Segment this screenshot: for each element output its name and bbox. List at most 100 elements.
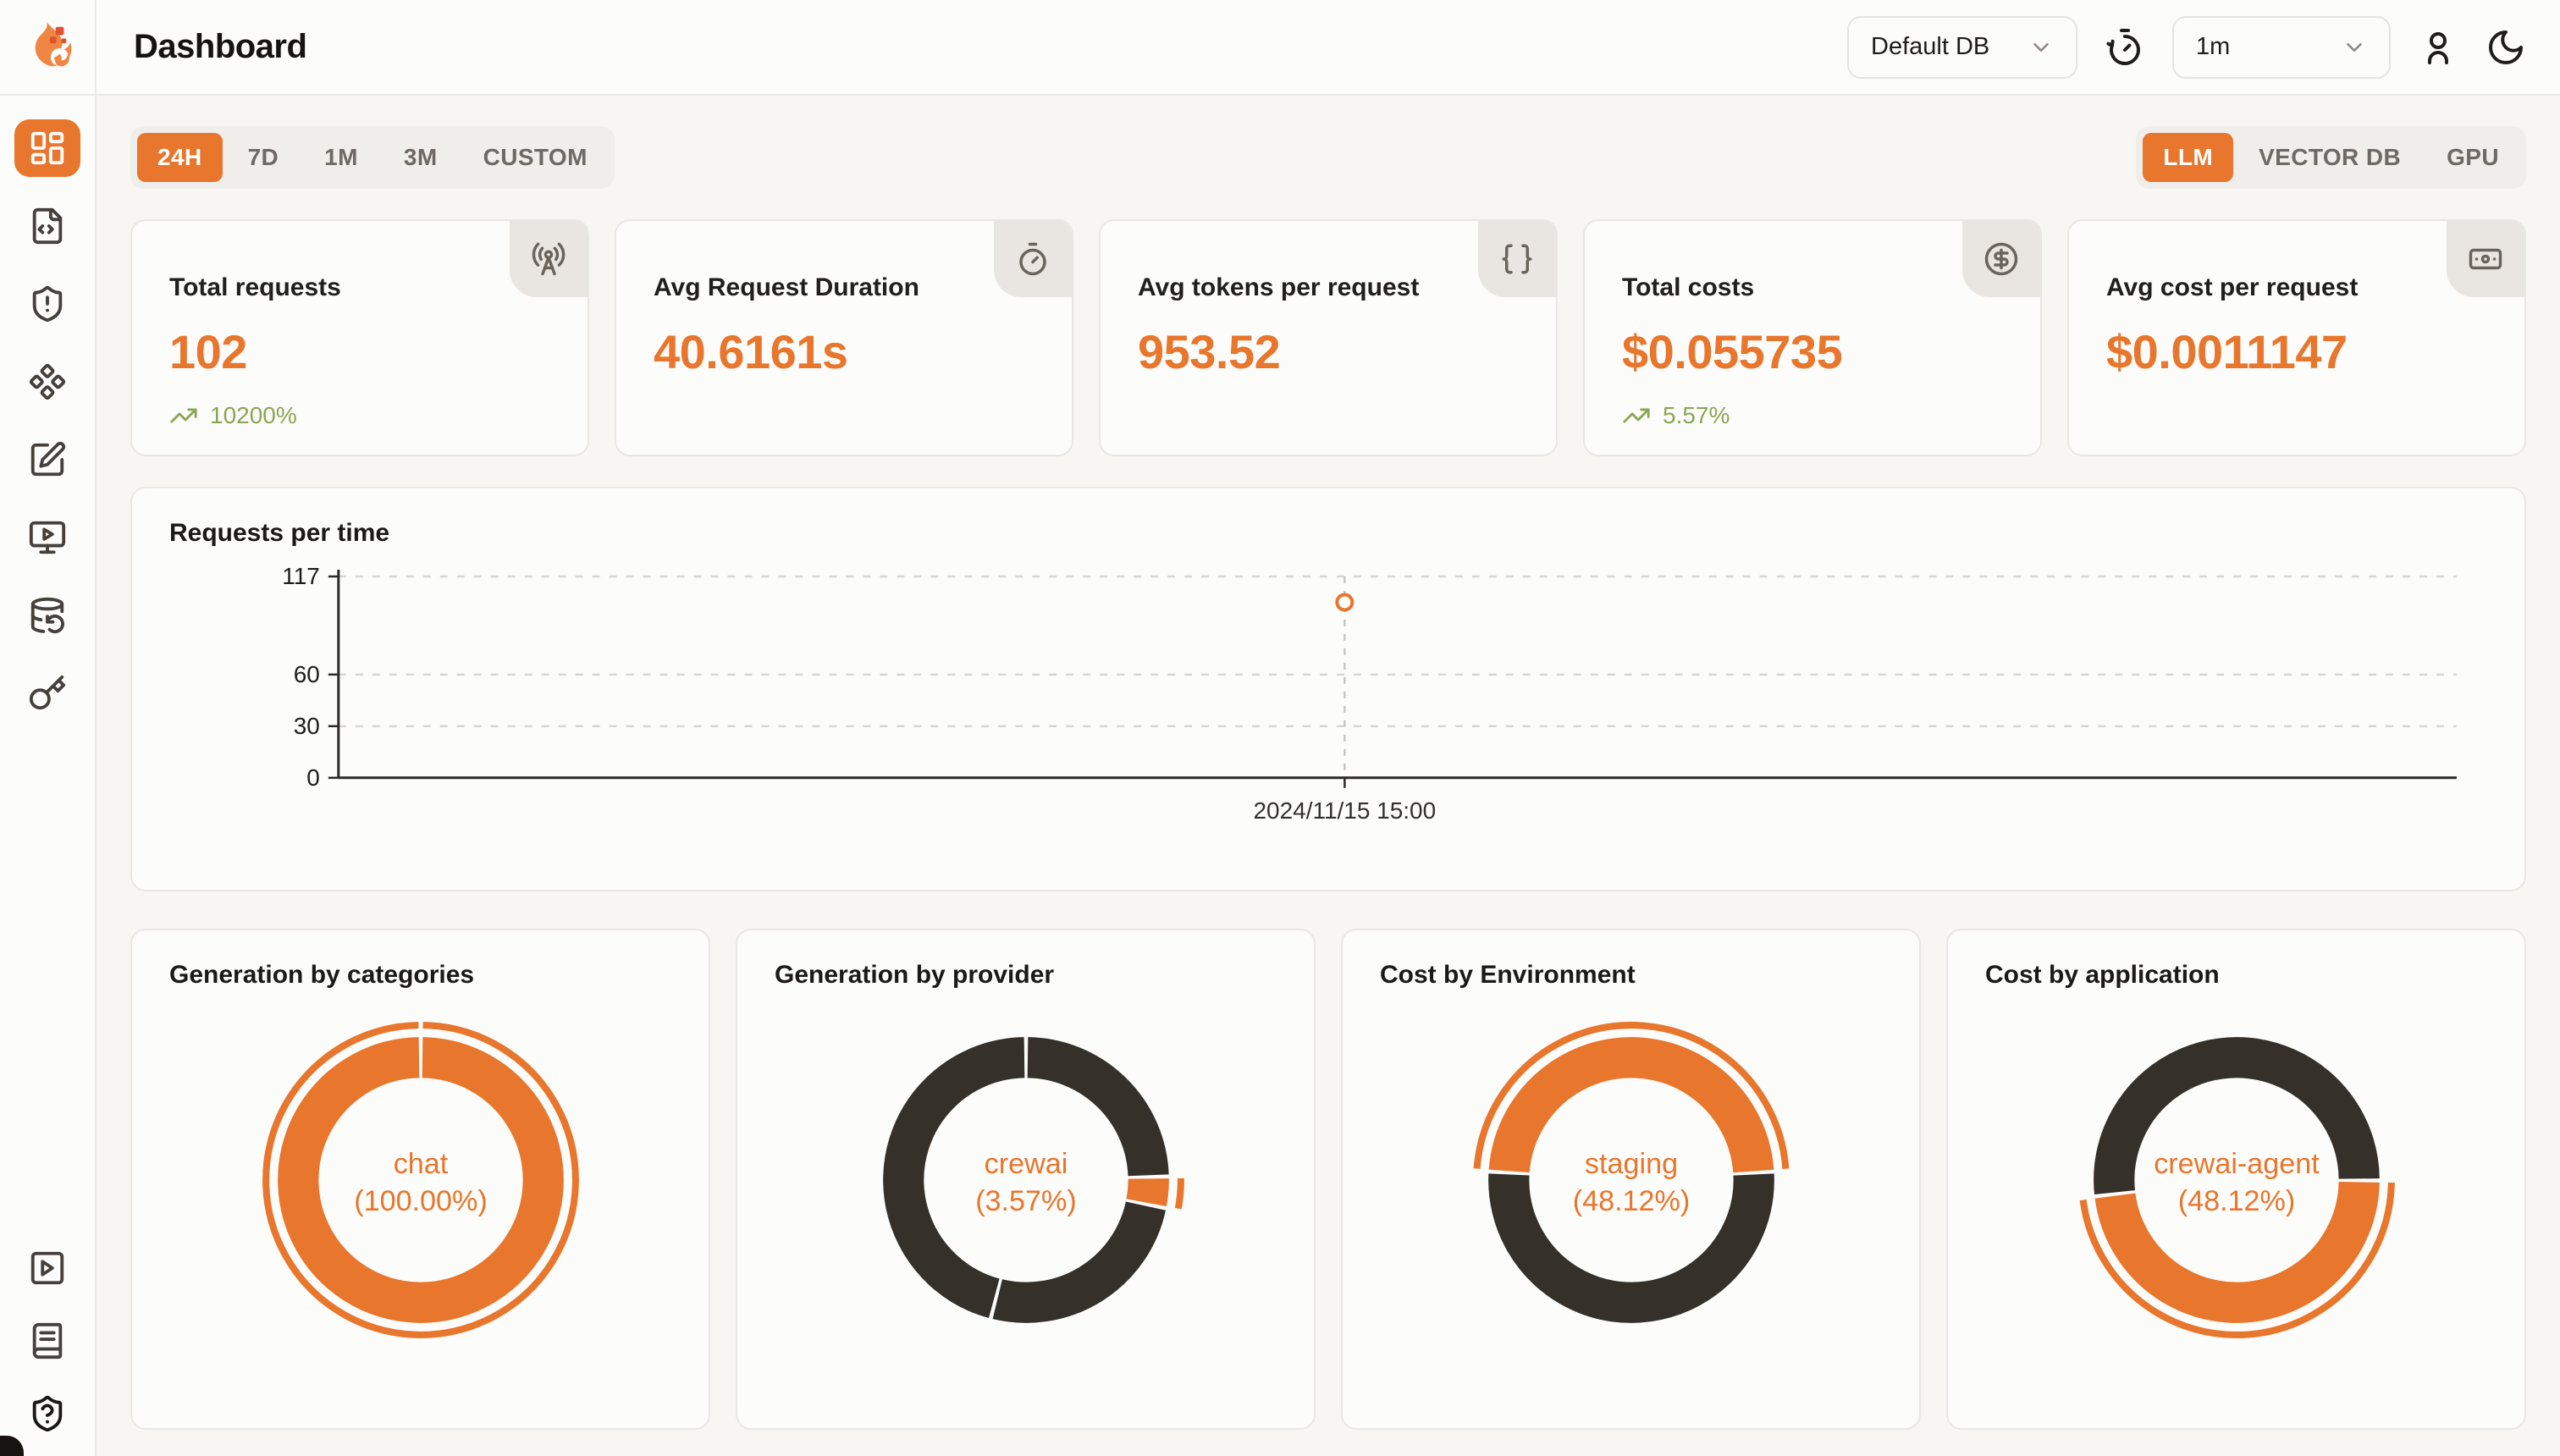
database-select[interactable]: Default DB bbox=[1847, 16, 2077, 79]
shield-question-icon bbox=[28, 1394, 67, 1433]
tab-24h[interactable]: 24H bbox=[137, 133, 223, 182]
main-area: Dashboard Default DB 1m bbox=[97, 0, 2560, 1456]
monitor-play-icon bbox=[28, 518, 67, 557]
sidebar bbox=[0, 0, 97, 1456]
database-restore-icon bbox=[28, 596, 67, 635]
requests-line-chart: 030601172024/11/15 15:00 bbox=[169, 558, 2487, 837]
sidebar-item-api-keys[interactable] bbox=[14, 665, 80, 722]
key-icon bbox=[28, 674, 67, 713]
chart-title: Cost by Environment bbox=[1380, 961, 1882, 990]
header: Dashboard Default DB 1m bbox=[97, 0, 2560, 96]
svg-text:crewai-agent(48.12%): crewai-agent(48.12%) bbox=[2154, 1148, 2320, 1217]
chart-title: Cost by application bbox=[1985, 961, 2487, 990]
profile-button[interactable] bbox=[2418, 27, 2458, 68]
stat-value: 40.6161s bbox=[654, 324, 1034, 379]
sidebar-item-vault[interactable] bbox=[14, 431, 80, 488]
app-logo[interactable] bbox=[0, 0, 95, 96]
refresh-interval-button[interactable] bbox=[2105, 27, 2145, 68]
chart-title: Generation by provider bbox=[775, 961, 1277, 990]
stat-icon-badge bbox=[510, 221, 588, 297]
chart-title: Requests per time bbox=[169, 519, 2487, 548]
donut-card-categories: Generation by categories chat(100.00%) bbox=[130, 929, 710, 1430]
sidebar-item-databases[interactable] bbox=[14, 587, 80, 644]
timer-icon bbox=[1015, 241, 1051, 277]
svg-text:0: 0 bbox=[306, 764, 320, 791]
stats-row: Total requests 102 10200% Avg Request Du… bbox=[130, 219, 2526, 456]
stat-card-avg-tokens: Avg tokens per request 953.52 bbox=[1099, 219, 1558, 456]
svg-text:staging(48.12%): staging(48.12%) bbox=[1572, 1148, 1690, 1217]
square-play-icon bbox=[28, 1249, 67, 1288]
sidebar-item-demo[interactable] bbox=[14, 1241, 80, 1295]
stat-title: Avg cost per request bbox=[2106, 273, 2487, 302]
sidebar-item-requests[interactable] bbox=[14, 197, 80, 255]
donut-card-provider: Generation by provider crewai(3.57%) bbox=[736, 929, 1316, 1430]
stat-icon-badge bbox=[1962, 221, 2040, 297]
stat-card-avg-duration: Avg Request Duration 40.6161s bbox=[615, 219, 1073, 456]
stat-title: Avg Request Duration bbox=[654, 273, 1034, 302]
moon-icon bbox=[2486, 27, 2526, 68]
stat-icon-badge bbox=[2447, 221, 2524, 297]
tab-1m[interactable]: 1M bbox=[304, 133, 378, 182]
stat-card-total-requests: Total requests 102 10200% bbox=[130, 219, 589, 456]
header-controls: Default DB 1m bbox=[1847, 16, 2526, 79]
app-root: Dashboard Default DB 1m bbox=[0, 0, 2560, 1456]
stat-card-avg-cost: Avg cost per request $0.0011147 bbox=[2067, 219, 2526, 456]
tab-gpu[interactable]: GPU bbox=[2426, 133, 2519, 182]
tab-7d[interactable]: 7D bbox=[228, 133, 300, 182]
theme-toggle-button[interactable] bbox=[2486, 27, 2526, 68]
sidebar-nav bbox=[0, 96, 95, 722]
svg-text:60: 60 bbox=[294, 661, 320, 687]
stat-title: Total requests bbox=[169, 273, 550, 302]
requests-per-time-card: Requests per time 030601172024/11/15 15:… bbox=[130, 487, 2526, 891]
tab-vector-db[interactable]: VECTOR DB bbox=[2238, 133, 2421, 182]
file-code-icon bbox=[28, 207, 67, 245]
stat-icon-badge bbox=[1478, 221, 1556, 297]
stat-value: $0.0011147 bbox=[2106, 324, 2487, 379]
sidebar-bottom bbox=[0, 1241, 95, 1456]
stat-title: Total costs bbox=[1622, 273, 2003, 302]
circle-dollar-sign-icon bbox=[1983, 241, 2019, 277]
stat-trend: 5.57% bbox=[1622, 401, 2003, 430]
banknote-icon bbox=[2468, 241, 2503, 277]
tab-custom[interactable]: CUSTOM bbox=[463, 133, 608, 182]
trending-up-icon bbox=[1622, 401, 1651, 430]
stat-trend-value: 5.57% bbox=[1663, 402, 1730, 429]
stat-value: 953.52 bbox=[1138, 324, 1519, 379]
flame-logo-icon bbox=[21, 19, 74, 76]
database-select-value: Default DB bbox=[1871, 33, 1989, 61]
braces-icon bbox=[1499, 241, 1535, 277]
sidebar-item-documentation[interactable] bbox=[14, 1314, 80, 1368]
stat-card-total-costs: Total costs $0.055735 5.57% bbox=[1583, 219, 2042, 456]
svg-text:117: 117 bbox=[282, 563, 320, 589]
tabs-row: 24H 7D 1M 3M CUSTOM LLM VECTOR DB GPU bbox=[130, 126, 2526, 189]
sidebar-item-support[interactable] bbox=[14, 1387, 80, 1441]
generation-by-provider-donut: crewai(3.57%) bbox=[856, 1010, 1196, 1350]
stat-icon-badge bbox=[994, 221, 1072, 297]
chevron-down-icon bbox=[2028, 35, 2054, 60]
svg-text:30: 30 bbox=[294, 713, 320, 739]
book-text-icon bbox=[28, 1321, 67, 1360]
donut-card-environment: Cost by Environment staging(48.12%) bbox=[1341, 929, 1921, 1430]
component-diamonds-icon bbox=[28, 362, 67, 401]
timer-reset-icon bbox=[2105, 27, 2145, 68]
tab-llm[interactable]: LLM bbox=[2143, 133, 2233, 182]
interval-select-value: 1m bbox=[2196, 33, 2230, 61]
user-icon bbox=[2418, 27, 2458, 68]
sidebar-item-playground[interactable] bbox=[14, 509, 80, 566]
sidebar-item-dashboard[interactable] bbox=[14, 119, 80, 177]
interval-select[interactable]: 1m bbox=[2172, 16, 2391, 79]
generation-by-categories-donut: chat(100.00%) bbox=[251, 1010, 591, 1350]
stat-title: Avg tokens per request bbox=[1138, 273, 1519, 302]
page-title: Dashboard bbox=[134, 28, 306, 66]
sidebar-item-prompt-hub[interactable] bbox=[14, 353, 80, 411]
stat-trend: 10200% bbox=[169, 401, 550, 430]
svg-text:crewai(3.57%): crewai(3.57%) bbox=[975, 1148, 1077, 1217]
time-range-tabs: 24H 7D 1M 3M CUSTOM bbox=[130, 126, 615, 189]
trending-up-icon bbox=[169, 401, 198, 430]
mode-tabs: LLM VECTOR DB GPU bbox=[2136, 126, 2526, 189]
sidebar-item-exceptions[interactable] bbox=[14, 275, 80, 333]
cost-by-application-donut: crewai-agent(48.12%) bbox=[2066, 1010, 2407, 1350]
tab-3m[interactable]: 3M bbox=[383, 133, 458, 182]
chevron-down-icon bbox=[2342, 35, 2367, 60]
radio-tower-icon bbox=[531, 241, 566, 277]
